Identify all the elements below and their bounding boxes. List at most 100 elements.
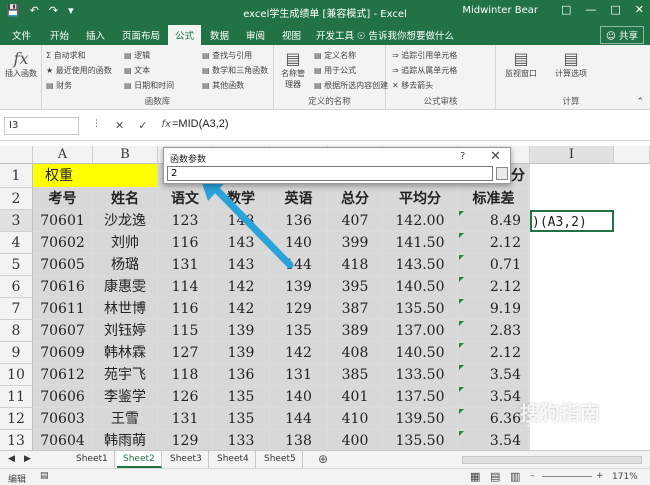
cell-stdev[interactable]: 2.12 (458, 276, 530, 298)
cell-exam-id[interactable]: 70604 (33, 430, 93, 450)
cell-stdev[interactable]: 2.12 (458, 232, 530, 254)
autosum-button[interactable]: Σ 自动求和 (46, 50, 86, 61)
sheet-tab-sheet1[interactable]: Sheet1 (70, 451, 115, 468)
trace-precedents-button[interactable]: ⇒ 追踪引用单元格 (392, 50, 457, 61)
zoom-slider[interactable] (542, 476, 592, 477)
lookup-button[interactable]: ▤ 查找与引用 (202, 50, 252, 61)
cell-stdev[interactable]: 3.54 (458, 364, 530, 386)
cell-average[interactable]: 141.50 (383, 232, 458, 254)
cell-average[interactable]: 140.50 (383, 342, 458, 364)
ribbon-display-icon[interactable]: □ (561, 3, 571, 16)
cell-total[interactable]: 395 (328, 276, 383, 298)
more-functions-button[interactable]: ▤ 其他函数 (202, 80, 244, 91)
tab-data[interactable]: 数据 (210, 28, 229, 42)
row-header-9[interactable]: 9 (0, 342, 33, 364)
cell-english[interactable]: 138 (270, 430, 328, 450)
cell-math[interactable]: 142 (213, 298, 270, 320)
cell-exam-id[interactable]: 70612 (33, 364, 93, 386)
maximize-icon[interactable]: □ (610, 3, 620, 16)
cell-total[interactable]: 400 (328, 430, 383, 450)
datetime-button[interactable]: ▤ 日期和时间 (124, 80, 174, 91)
normal-view-icon[interactable]: ▦ (470, 470, 480, 483)
cell-total[interactable]: 385 (328, 364, 383, 386)
cell-total[interactable]: 410 (328, 408, 383, 430)
dialog-help-icon[interactable]: ? (460, 151, 465, 162)
cell-exam-id[interactable]: 70605 (33, 254, 93, 276)
cell-average[interactable]: 135.50 (383, 298, 458, 320)
cell-average[interactable]: 133.50 (383, 364, 458, 386)
zoom-out-icon[interactable]: – (530, 471, 535, 481)
tab-home[interactable]: 开始 (50, 28, 69, 42)
cell-math[interactable]: 142 (213, 276, 270, 298)
cell-exam-id[interactable]: 70611 (33, 298, 93, 320)
cell-name[interactable]: 刘帅 (93, 232, 158, 254)
cell-name[interactable]: 刘钰婷 (93, 320, 158, 342)
sheet-tab-sheet4[interactable]: Sheet4 (211, 451, 256, 468)
cell-stdev[interactable]: 0.71 (458, 254, 530, 276)
scroll-right-icon[interactable]: ▶ (24, 454, 31, 464)
row-header-4[interactable]: 4 (0, 232, 33, 254)
expand-dialog-icon[interactable] (496, 167, 508, 180)
page-break-view-icon[interactable]: ▥ (510, 470, 520, 483)
tab-page-layout[interactable]: 页面布局 (122, 28, 160, 42)
cell-math[interactable]: 135 (213, 386, 270, 408)
cell-total[interactable]: 389 (328, 320, 383, 342)
column-header-i[interactable]: I (530, 146, 614, 164)
cell-name[interactable]: 苑宇飞 (93, 364, 158, 386)
cell-name[interactable]: 王雪 (93, 408, 158, 430)
dialog-argument-input[interactable]: 2 (167, 166, 493, 181)
sheet-tab-sheet2[interactable]: Sheet2 (117, 451, 162, 468)
cell-total[interactable]: 399 (328, 232, 383, 254)
dialog-close-icon[interactable]: ✕ (490, 149, 501, 164)
sheet-tab-sheet3[interactable]: Sheet3 (164, 451, 209, 468)
cell-average[interactable]: 137.00 (383, 320, 458, 342)
zoom-level[interactable]: 171% (612, 472, 638, 482)
sheet-tab-sheet5[interactable]: Sheet5 (258, 451, 303, 468)
cell-total[interactable]: 418 (328, 254, 383, 276)
header-cell-name[interactable]: 姓名 (93, 188, 158, 210)
header-cell-total[interactable]: 总分 (328, 188, 383, 210)
cell-english[interactable]: 142 (270, 342, 328, 364)
cell-total[interactable]: 387 (328, 298, 383, 320)
cell-average[interactable]: 139.50 (383, 408, 458, 430)
cell-english[interactable]: 129 (270, 298, 328, 320)
cell-name[interactable]: 韩雨萌 (93, 430, 158, 450)
define-name-button[interactable]: ▤ 定义名称 (314, 50, 356, 61)
cell-total[interactable]: 401 (328, 386, 383, 408)
financial-button[interactable]: ▤ 财务 (46, 80, 72, 91)
cell-total[interactable]: 408 (328, 342, 383, 364)
horizontal-scrollbar[interactable] (462, 456, 642, 464)
scroll-left-icon[interactable]: ◀ (8, 454, 15, 464)
cell-exam-id[interactable]: 70609 (33, 342, 93, 364)
cell-name[interactable]: 林世博 (93, 298, 158, 320)
cell-stdev[interactable]: 3.54 (458, 430, 530, 450)
cell-chinese[interactable]: 118 (158, 364, 213, 386)
row-header-7[interactable]: 7 (0, 298, 33, 320)
active-cell-i3[interactable]: )(A3,2) (530, 210, 614, 232)
cell-chinese[interactable]: 129 (158, 430, 213, 450)
cell-name[interactable]: 杨璐 (93, 254, 158, 276)
recent-functions-button[interactable]: ★ 最近使用的函数 (46, 65, 112, 76)
cell-exam-id[interactable]: 70607 (33, 320, 93, 342)
cell-average[interactable]: 143.50 (383, 254, 458, 276)
cell-english[interactable]: 135 (270, 320, 328, 342)
row-header-13[interactable]: 13 (0, 430, 33, 450)
row-header-2[interactable]: 2 (0, 188, 33, 210)
cell-exam-id[interactable]: 70616 (33, 276, 93, 298)
cell-exam-id[interactable]: 70606 (33, 386, 93, 408)
cell-average[interactable]: 137.50 (383, 386, 458, 408)
header-cell-average[interactable]: 平均分 (383, 188, 458, 210)
collapse-ribbon-icon[interactable]: ⌃ (636, 97, 644, 107)
cell-math[interactable]: 136 (213, 364, 270, 386)
header-cell-stdev[interactable]: 标准差 (458, 188, 530, 210)
trace-dependents-button[interactable]: ⇒ 追踪从属单元格 (392, 65, 457, 76)
cell-english[interactable]: 139 (270, 276, 328, 298)
remove-arrows-button[interactable]: ✕ 移去箭头 (392, 80, 433, 91)
column-header-j[interactable] (614, 146, 650, 164)
row-header-3[interactable]: 3 (0, 210, 33, 232)
header-cell-exam-id[interactable]: 考号 (33, 188, 93, 210)
row-header-10[interactable]: 10 (0, 364, 33, 386)
cell-name[interactable]: 韩林霖 (93, 342, 158, 364)
name-manager-button[interactable]: ▤ 名称管理器 (278, 49, 308, 90)
logical-button[interactable]: ▤ 逻辑 (124, 50, 150, 61)
